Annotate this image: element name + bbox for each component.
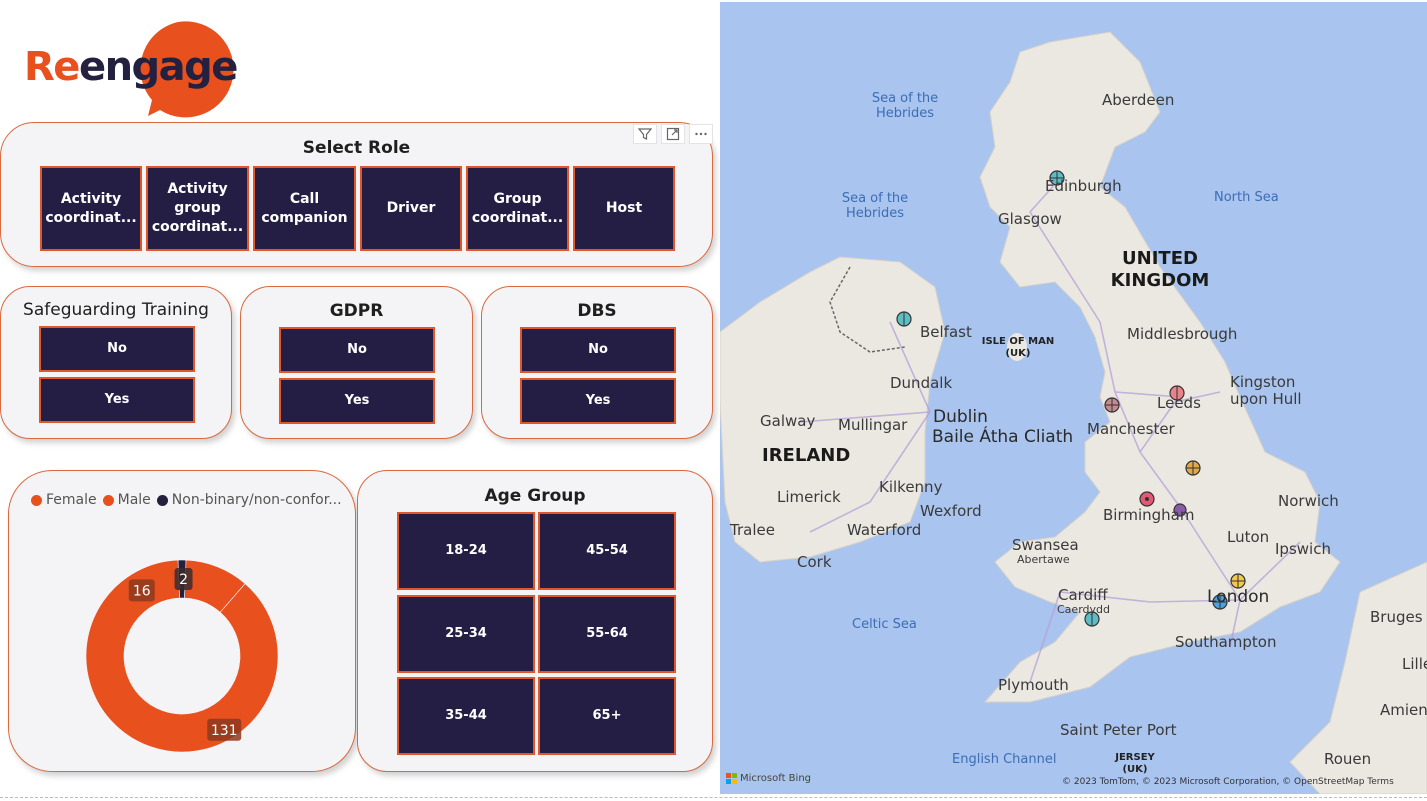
gender-donut-chart: 131 16 2 xyxy=(85,559,279,753)
map-label-sea: English Channel xyxy=(952,752,1057,767)
map-label-sea: Celtic Sea xyxy=(852,617,917,632)
map-label-city: Birmingham xyxy=(1103,506,1195,524)
age-option-18-24[interactable]: 18-24 xyxy=(397,512,535,590)
map-label-city: Middlesbrough xyxy=(1127,325,1238,343)
map-landmass xyxy=(720,31,1427,794)
map-label-city: Cardiff xyxy=(1058,586,1108,604)
role-option-activity-coordinator[interactable]: Activity coordinat... xyxy=(40,166,142,251)
svg-text:2: 2 xyxy=(179,572,188,588)
donut-data-label: 2 xyxy=(174,568,193,591)
map-label-sea: North Sea xyxy=(1214,190,1279,205)
map-label-city: Mullingar xyxy=(838,416,908,434)
age-option-65-plus[interactable]: 65+ xyxy=(538,677,676,755)
legend-item-male[interactable]: Male xyxy=(102,492,151,508)
logo-text: Reengage xyxy=(24,44,238,90)
more-options-icon[interactable] xyxy=(689,124,713,144)
map-label-city: Lille xyxy=(1402,655,1427,673)
role-option-activity-group-coordinator[interactable]: Activity group coordinat... xyxy=(146,166,249,251)
map-attribution[interactable]: © 2023 TomTom, © 2023 Microsoft Corporat… xyxy=(1062,777,1394,787)
map-label-city: Ipswich xyxy=(1275,540,1331,558)
map-label-city: Galway xyxy=(760,412,816,430)
gdpr-option-yes[interactable]: Yes xyxy=(279,378,435,424)
legend-dot xyxy=(156,494,168,506)
volunteer-map[interactable]: Sea of the Hebrides Sea of the Hebrides … xyxy=(720,2,1427,794)
gdpr-option-no[interactable]: No xyxy=(279,327,435,373)
map-label-city: Aberdeen xyxy=(1102,91,1175,109)
map-label-sea: Sea of the Hebrides xyxy=(871,91,939,121)
visual-header xyxy=(633,124,713,144)
filter-icon[interactable] xyxy=(633,124,657,144)
reengage-logo: Reengage xyxy=(20,20,250,120)
chart-legend: Female Male Non-binary/non-confor... xyxy=(31,492,342,508)
donut-data-label: 131 xyxy=(207,718,242,741)
map-label-city: Tralee xyxy=(730,521,775,539)
map-label-city: Kingston upon Hull xyxy=(1230,373,1302,409)
map-label-city: Amiens xyxy=(1380,701,1427,719)
age-option-55-64[interactable]: 55-64 xyxy=(538,595,676,673)
bing-logo: Microsoft Bing xyxy=(726,773,811,784)
focus-mode-icon[interactable] xyxy=(661,124,685,144)
map-label-city: Rouen xyxy=(1324,750,1372,768)
role-option-host[interactable]: Host xyxy=(573,166,675,251)
role-option-group-coordinator[interactable]: Group coordinat... xyxy=(466,166,569,251)
map-label-city: Norwich xyxy=(1278,492,1339,510)
map-label-country: IRELAND xyxy=(762,445,851,466)
donut-data-label: 16 xyxy=(128,579,155,602)
map-label-city: Plymouth xyxy=(998,676,1069,694)
slicer-title: GDPR xyxy=(329,301,384,321)
map-label-city: London xyxy=(1207,587,1270,607)
slicer-title: DBS xyxy=(577,301,617,321)
map-label-city: Southampton xyxy=(1175,633,1277,651)
dbs-option-yes[interactable]: Yes xyxy=(520,378,676,424)
map-label-city: Manchester xyxy=(1087,420,1175,438)
map-label-city: Caerdydd xyxy=(1057,603,1110,616)
slicer-title: Select Role xyxy=(302,138,411,158)
legend-item-female[interactable]: Female xyxy=(31,492,97,508)
map-label-city: Wexford xyxy=(920,502,982,520)
map-label-city: Dublin xyxy=(933,407,988,427)
map-label-city: Luton xyxy=(1227,528,1270,546)
map-label-city: Kilkenny xyxy=(879,478,943,496)
age-option-35-44[interactable]: 35-44 xyxy=(397,677,535,755)
map-label-city: Glasgow xyxy=(998,210,1062,228)
map-label-city: Saint Peter Port xyxy=(1060,721,1177,739)
safeguarding-option-no[interactable]: No xyxy=(39,326,195,372)
map-label-city: Bruges xyxy=(1370,608,1423,626)
role-option-driver[interactable]: Driver xyxy=(360,166,462,251)
slicer-title: Age Group xyxy=(484,486,586,506)
age-option-45-54[interactable]: 45-54 xyxy=(538,512,676,590)
map-label-city: Dundalk xyxy=(890,374,953,392)
legend-item-nonbinary[interactable]: Non-binary/non-confor... xyxy=(156,492,342,508)
map-label-city: Waterford xyxy=(847,521,922,539)
svg-text:131: 131 xyxy=(211,723,238,739)
map-label-city: Cork xyxy=(797,553,832,571)
legend-dot xyxy=(102,494,114,506)
safeguarding-option-yes[interactable]: Yes xyxy=(39,377,195,423)
page-divider xyxy=(0,797,1427,798)
map-label-region: JERSEY (UK) xyxy=(1115,752,1155,775)
map-label-city: Abertawe xyxy=(1017,553,1070,566)
map-label-city: Swansea xyxy=(1012,536,1079,554)
map-label-country: UNITED KINGDOM xyxy=(1110,248,1210,291)
map-label-city: Belfast xyxy=(920,323,972,341)
map-label-city: Edinburgh xyxy=(1045,177,1122,195)
svg-text:16: 16 xyxy=(133,583,151,599)
map-label-sea: Sea of the Hebrides xyxy=(841,191,909,221)
legend-dot xyxy=(31,494,42,506)
map-label-city: Leeds xyxy=(1157,394,1201,412)
map-label-city: Limerick xyxy=(777,488,841,506)
map-label-city: Baile Átha Cliath xyxy=(932,427,1074,447)
map-label-region: ISLE OF MAN (UK) xyxy=(981,336,1055,359)
dashboard: Reengage Select Role Activity coordinat.… xyxy=(0,0,1427,801)
age-option-25-34[interactable]: 25-34 xyxy=(397,595,535,673)
role-option-call-companion[interactable]: Call companion xyxy=(253,166,356,251)
slicer-title: Safeguarding Training xyxy=(23,300,209,320)
dbs-option-no[interactable]: No xyxy=(520,327,676,373)
